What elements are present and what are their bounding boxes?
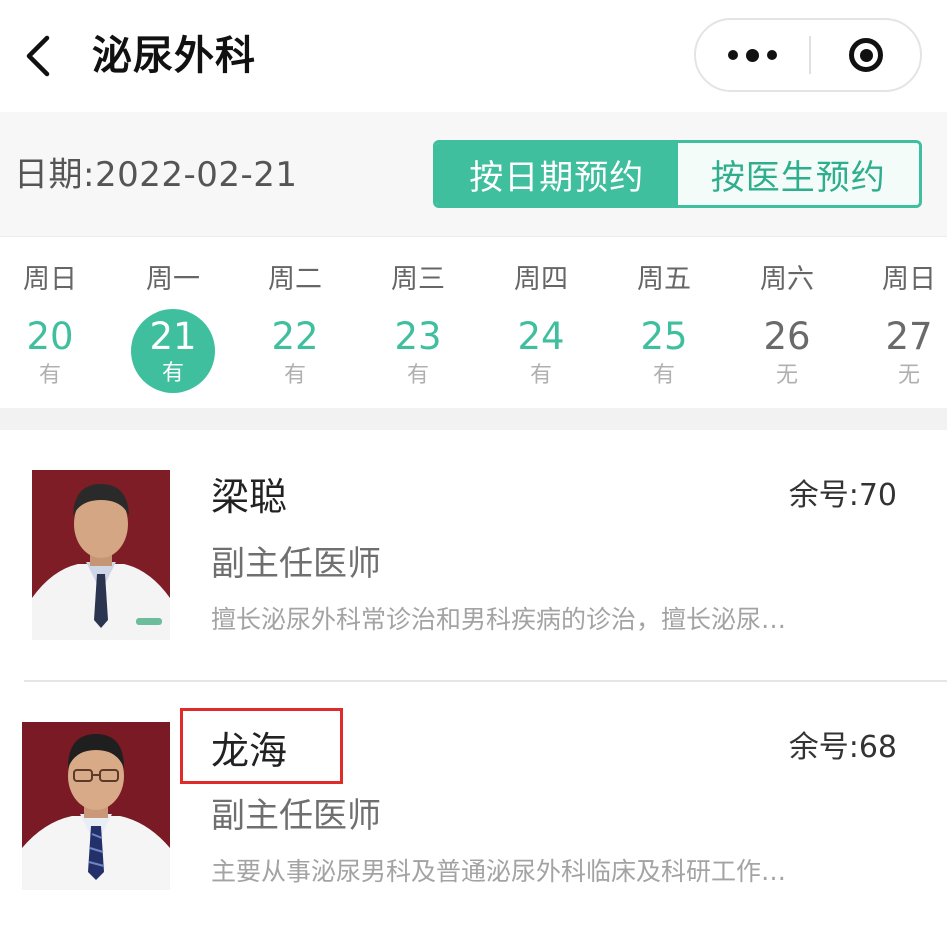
day-number: 26 bbox=[763, 315, 811, 358]
availability-label: 有 bbox=[652, 363, 675, 388]
week-date-picker: 周日 20 有 周一 21 有 周二 22 有 周三 23 有 周四 24 有 … bbox=[0, 236, 947, 409]
day-item[interactable]: 周六 26 无 bbox=[727, 237, 847, 409]
remaining-slots: 余号:70 bbox=[788, 478, 897, 513]
doctor-description: 主要从事泌尿男科及普通泌尿外科临床及科研工作… bbox=[211, 857, 787, 886]
day-item[interactable]: 周四 24 有 bbox=[481, 237, 601, 409]
availability-label: 无 bbox=[775, 363, 798, 388]
availability-label: 无 bbox=[897, 363, 920, 388]
day-number: 23 bbox=[394, 315, 442, 358]
day-number: 25 bbox=[640, 315, 688, 358]
section-separator bbox=[0, 408, 947, 430]
day-item[interactable]: 周二 22 有 bbox=[235, 237, 355, 409]
doctor-name: 梁聪 bbox=[211, 475, 288, 519]
weekday-label: 周日 bbox=[23, 264, 77, 295]
capsule-divider bbox=[809, 36, 811, 74]
doctor-description: 擅长泌尿外科常诊治和男科疾病的诊治，擅长泌尿… bbox=[211, 605, 787, 634]
day-item-selected[interactable]: 周一 21 有 bbox=[113, 237, 233, 409]
weekday-label: 周日 bbox=[882, 264, 936, 295]
day-number: 20 bbox=[26, 315, 74, 358]
page-title: 泌尿外科 bbox=[92, 33, 256, 79]
weekday-label: 周二 bbox=[268, 264, 322, 295]
availability-label: 有 bbox=[529, 363, 552, 388]
mini-program-capsule bbox=[694, 18, 922, 92]
target-circle-icon bbox=[849, 38, 883, 72]
remaining-slots: 余号:68 bbox=[788, 730, 897, 765]
weekday-label: 周三 bbox=[391, 264, 445, 295]
date-bar: 日期:2022-02-21 按日期预约 按医生预约 bbox=[0, 112, 947, 236]
doctor-card[interactable]: 龙海 余号:68 副主任医师 主要从事泌尿男科及普通泌尿外科临床及科研工作… bbox=[0, 682, 947, 938]
doctor-avatar bbox=[22, 722, 170, 890]
weekday-label: 周四 bbox=[514, 264, 568, 295]
weekday-label: 周五 bbox=[637, 264, 691, 295]
tab-by-date[interactable]: 按日期预约 bbox=[436, 143, 678, 205]
day-item[interactable]: 周三 23 有 bbox=[358, 237, 478, 409]
booking-mode-toggle: 按日期预约 按医生预约 bbox=[433, 140, 922, 208]
more-dots-icon bbox=[724, 48, 781, 62]
doctor-card[interactable]: 梁聪 余号:70 副主任医师 擅长泌尿外科常诊治和男科疾病的诊治，擅长泌尿… bbox=[0, 430, 947, 680]
day-item[interactable]: 周日 20 有 bbox=[0, 237, 110, 409]
tab-by-doctor[interactable]: 按医生预约 bbox=[677, 143, 919, 205]
back-button[interactable] bbox=[18, 26, 58, 86]
day-number: 22 bbox=[271, 315, 319, 358]
day-number: 21 bbox=[149, 315, 197, 358]
doctor-title: 副主任医师 bbox=[211, 796, 381, 836]
day-number: 24 bbox=[517, 315, 565, 358]
nav-bar: 泌尿外科 bbox=[0, 0, 947, 112]
chevron-left-icon bbox=[26, 35, 50, 77]
doctor-title: 副主任医师 bbox=[211, 544, 381, 584]
doctor-avatar bbox=[32, 470, 170, 640]
close-mini-program-button[interactable] bbox=[812, 20, 920, 90]
availability-label: 有 bbox=[283, 363, 306, 388]
day-number: 27 bbox=[885, 315, 933, 358]
weekday-label: 周六 bbox=[760, 264, 814, 295]
current-date: 日期:2022-02-21 bbox=[14, 155, 298, 195]
day-item[interactable]: 周五 25 有 bbox=[604, 237, 724, 409]
annotation-highlight-box bbox=[180, 708, 343, 784]
availability-label: 有 bbox=[406, 363, 429, 388]
more-button[interactable] bbox=[696, 20, 808, 90]
day-item[interactable]: 周日 27 无 bbox=[849, 237, 947, 409]
availability-label: 有 bbox=[38, 363, 61, 388]
weekday-label: 周一 bbox=[146, 264, 200, 295]
availability-label: 有 bbox=[161, 361, 184, 386]
